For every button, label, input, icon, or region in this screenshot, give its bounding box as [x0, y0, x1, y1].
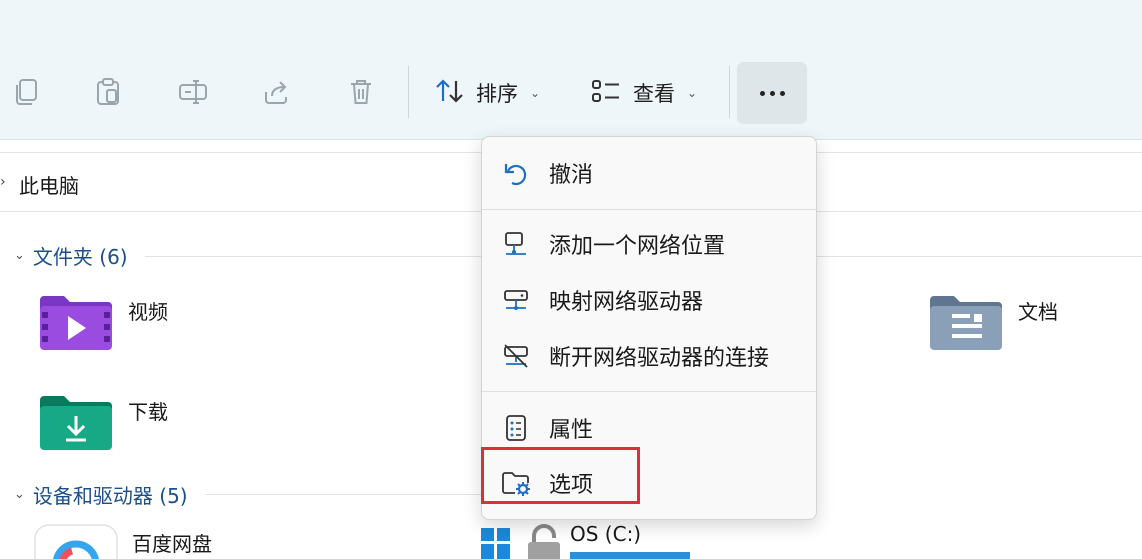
- chevron-down-icon: ⌄: [14, 486, 25, 502]
- sort-button[interactable]: 排序 ⌄: [434, 66, 540, 120]
- address-path[interactable]: 此电脑: [19, 170, 79, 199]
- menu-item-undo[interactable]: 撤消: [482, 147, 816, 199]
- view-button[interactable]: 查看 ⌄: [591, 66, 697, 120]
- chevron-down-icon: ⌄: [687, 86, 698, 100]
- folder-label: 视频: [128, 300, 168, 324]
- folder-item-videos[interactable]: 视频: [38, 292, 168, 356]
- menu-item-label: 属性: [549, 418, 594, 443]
- devices-section-header[interactable]: ⌄ 设备和驱动器 (5): [14, 479, 188, 509]
- menu-item-add-network-location[interactable]: 添加一个网络位置: [482, 218, 816, 270]
- chevron-right-icon[interactable]: ›: [0, 174, 6, 190]
- menu-separator: [482, 209, 816, 210]
- menu-item-disconnect-network-drive[interactable]: 断开网络驱动器的连接: [482, 330, 816, 382]
- download-folder-icon: [38, 392, 114, 456]
- view-label: 查看: [633, 82, 675, 106]
- paste-icon[interactable]: [90, 74, 126, 110]
- toolbar-separator: [408, 66, 409, 118]
- menu-item-label: 撤消: [549, 163, 594, 188]
- menu-item-label: 添加一个网络位置: [549, 234, 726, 259]
- section-divider: [205, 494, 495, 495]
- device-label: 百度网盘: [132, 532, 212, 556]
- windows-logo-icon: [481, 528, 511, 559]
- chevron-down-icon: ⌄: [14, 247, 25, 263]
- chevron-down-icon: ⌄: [530, 86, 541, 100]
- documents-folder-icon: [928, 292, 1004, 356]
- menu-item-label: 断开网络驱动器的连接: [549, 346, 770, 371]
- folder-item-downloads[interactable]: 下载: [38, 392, 168, 456]
- rename-icon[interactable]: [175, 74, 211, 110]
- drive-label: OS (C:): [570, 522, 642, 546]
- folder-label: 文档: [1018, 300, 1058, 324]
- toolbar-separator: [729, 66, 730, 118]
- more-dot-icon: [779, 90, 785, 96]
- undo-icon: [500, 157, 532, 189]
- device-item-os-drive[interactable]: OS (C:): [570, 522, 641, 546]
- folder-item-documents[interactable]: 文档: [928, 292, 1058, 356]
- folders-section-title: 文件夹 (6): [32, 244, 128, 269]
- view-icon: [591, 78, 623, 109]
- command-bar: 排序 ⌄ 查看 ⌄: [0, 0, 1142, 140]
- lock-icon: [526, 524, 562, 559]
- drive-usage-bar: [570, 552, 690, 559]
- sort-icon: [434, 77, 466, 110]
- baidu-netdisk-icon: [34, 524, 118, 559]
- menu-separator: [482, 391, 816, 392]
- network-location-icon: [500, 228, 532, 260]
- folders-section-header[interactable]: ⌄ 文件夹 (6): [14, 240, 128, 270]
- device-item-baidu[interactable]: 百度网盘: [34, 524, 212, 559]
- options-highlight-box: [481, 447, 640, 504]
- menu-item-label: 映射网络驱动器: [549, 290, 704, 315]
- delete-icon[interactable]: [343, 74, 379, 110]
- more-dot-icon: [759, 90, 765, 96]
- disconnect-drive-icon: [500, 340, 532, 372]
- properties-icon: [500, 412, 532, 444]
- sort-label: 排序: [476, 82, 518, 106]
- more-dot-icon: [769, 90, 775, 96]
- copy-icon[interactable]: [8, 74, 44, 110]
- network-drive-icon: [500, 284, 532, 316]
- video-folder-icon: [38, 292, 114, 356]
- folder-label: 下载: [128, 400, 168, 424]
- share-icon[interactable]: [259, 74, 295, 110]
- menu-item-map-network-drive[interactable]: 映射网络驱动器: [482, 274, 816, 326]
- devices-section-title: 设备和驱动器 (5): [32, 483, 188, 508]
- more-options-button[interactable]: [737, 62, 807, 124]
